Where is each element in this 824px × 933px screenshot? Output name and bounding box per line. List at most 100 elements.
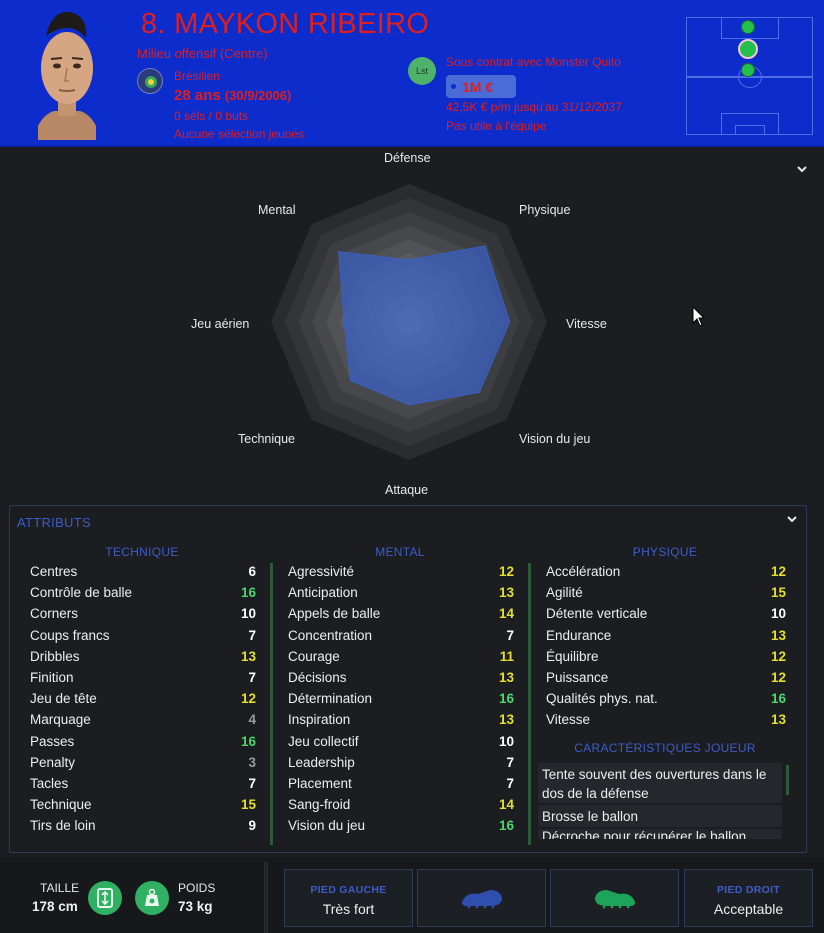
weight-value: 73 kg [178, 899, 213, 914]
attribute-row[interactable]: Courage 11 [288, 646, 514, 667]
pitch-goal-area [735, 125, 765, 135]
player-value: 1M € [462, 78, 494, 95]
attribute-value: 4 [248, 712, 256, 728]
weight-label: POIDS [178, 881, 216, 895]
attribute-name: Centres [30, 564, 78, 580]
attribute-row[interactable]: Tacles 7 [30, 773, 256, 794]
attribute-row[interactable]: Agressivité 12 [288, 561, 514, 582]
attribute-value: 15 [240, 797, 256, 813]
attribute-radar [271, 184, 547, 460]
attribute-row[interactable]: Anticipation 13 [288, 582, 514, 603]
player-age-text: 28 ans [174, 87, 221, 104]
attribute-name: Décisions [288, 670, 347, 686]
attribute-row[interactable]: Tirs de loin 9 [30, 815, 256, 836]
attributes-title: ATTRIBUTS [17, 515, 91, 530]
attribute-name: Contrôle de balle [30, 585, 133, 601]
attribute-row[interactable]: Centres 6 [30, 561, 256, 582]
radar-label-aerien: Jeu aérien [191, 317, 250, 331]
attribute-row[interactable]: Endurance 13 [546, 625, 786, 646]
player-portrait [38, 11, 96, 140]
attribute-row[interactable]: Corners 10 [30, 603, 256, 624]
player-youth-caps: Aucune sélection jeunes [174, 127, 305, 141]
attribute-row[interactable]: Accélération 12 [546, 561, 786, 582]
attribute-value: 7 [248, 670, 256, 686]
trait-item[interactable]: Tente souvent des ouvertures dans le dos… [538, 763, 782, 803]
trait-item[interactable]: Brosse le ballon [538, 805, 782, 827]
squad-status: Pas utile à l'équipe [446, 119, 547, 133]
attribute-name: Courage [288, 648, 340, 664]
player-dob: (30/9/2006) [224, 88, 292, 103]
left-foot-label: PIED GAUCHE [310, 884, 387, 896]
attribute-row[interactable]: Vision du jeu 16 [288, 815, 514, 836]
traits-scrollbar[interactable] [786, 765, 789, 795]
contract-club[interactable]: Sous contrat avec Monster Quito [446, 55, 621, 69]
attribute-row[interactable]: Jeu collectif 10 [288, 731, 514, 752]
attribute-row[interactable]: Détermination 16 [288, 688, 514, 709]
attribute-value: 16 [240, 585, 256, 601]
attribute-row[interactable]: Détente verticale 10 [546, 603, 786, 624]
player-age: 28 ans (30/9/2006) [174, 87, 291, 104]
attribute-row[interactable]: Décisions 13 [288, 667, 514, 688]
position-dot-icon [741, 20, 755, 34]
attribute-row[interactable]: Placement 7 [288, 773, 514, 794]
attribute-value: 13 [498, 585, 514, 601]
attribute-row[interactable]: Marquage 4 [30, 709, 256, 730]
trait-item[interactable]: Décroche pour récupérer le ballon [538, 829, 782, 839]
height-icon [88, 881, 122, 915]
attribute-name: Vision du jeu [288, 818, 366, 834]
attribute-row[interactable]: Agilité 15 [546, 582, 786, 603]
attribute-row[interactable]: Appels de balle 14 [288, 603, 514, 624]
attribute-row[interactable]: Passes 16 [30, 731, 256, 752]
attribute-row[interactable]: Jeu de tête 12 [30, 688, 256, 709]
player-nationality[interactable]: Brésilien [174, 69, 220, 83]
attribute-value: 3 [248, 754, 256, 770]
attribute-row[interactable]: Dribbles 13 [30, 646, 256, 667]
attribute-name: Concentration [288, 627, 373, 643]
attribute-name: Passes [30, 733, 75, 749]
attribute-name: Jeu collectif [288, 733, 359, 749]
attribute-row[interactable]: Concentration 7 [288, 625, 514, 646]
attribute-name: Tacles [30, 775, 69, 791]
attribute-value: 7 [248, 627, 256, 643]
right-boot-icon [595, 890, 635, 909]
mental-column: Agressivité 12 Anticipation 13 Appels de bal… [288, 561, 514, 843]
attribute-name: Placement [288, 775, 352, 791]
attribute-name: Finition [30, 670, 74, 686]
attribute-name: Marquage [30, 712, 91, 728]
attribute-row[interactable]: Sang-froid 14 [288, 794, 514, 815]
height-label: TAILLE [40, 881, 80, 895]
attribute-name: Vitesse [546, 712, 591, 728]
attribute-row[interactable]: Qualités phys. nat. 16 [546, 688, 786, 709]
chevron-down-icon[interactable] [782, 512, 802, 532]
attribute-name: Agilité [546, 585, 583, 601]
attribute-name: Tirs de loin [30, 818, 96, 834]
radar-label-defense: Défense [384, 151, 431, 165]
attribute-row[interactable]: Leadership 7 [288, 752, 514, 773]
nationality-flag-icon[interactable] [137, 68, 163, 94]
attribute-row[interactable]: Inspiration 13 [288, 709, 514, 730]
attribute-row[interactable]: Penalty 3 [30, 752, 256, 773]
player-value-badge[interactable]: 1M € [446, 75, 516, 98]
player-header: 8. MAYKON RIBEIRO Milieu offensif (Centr… [0, 0, 824, 147]
technique-heading: TECHNIQUE [105, 545, 179, 559]
attribute-row[interactable]: Coups francs 7 [30, 625, 256, 646]
attribute-value: 16 [498, 818, 514, 834]
attribute-value: 12 [498, 564, 514, 580]
attribute-row[interactable]: Équilibre 12 [546, 646, 786, 667]
attribute-value: 12 [770, 564, 786, 580]
attribute-value: 10 [498, 733, 514, 749]
radar-label-technique: Technique [238, 432, 295, 446]
attribute-row[interactable]: Vitesse 13 [546, 709, 786, 730]
attribute-value: 16 [498, 691, 514, 707]
player-position: Milieu offensif (Centre) [137, 46, 268, 61]
attribute-row[interactable]: Puissance 12 [546, 667, 786, 688]
attribute-name: Technique [30, 797, 92, 813]
attribute-row[interactable]: Technique 15 [30, 794, 256, 815]
attribute-row[interactable]: Contrôle de balle 16 [30, 582, 256, 603]
attribute-value: 6 [248, 564, 256, 580]
attribute-row[interactable]: Finition 7 [30, 667, 256, 688]
attribute-value: 13 [498, 670, 514, 686]
radar-label-physique: Physique [519, 203, 571, 217]
attribute-value: 7 [506, 627, 514, 643]
transfer-list-badge[interactable]: Lst [408, 57, 436, 85]
